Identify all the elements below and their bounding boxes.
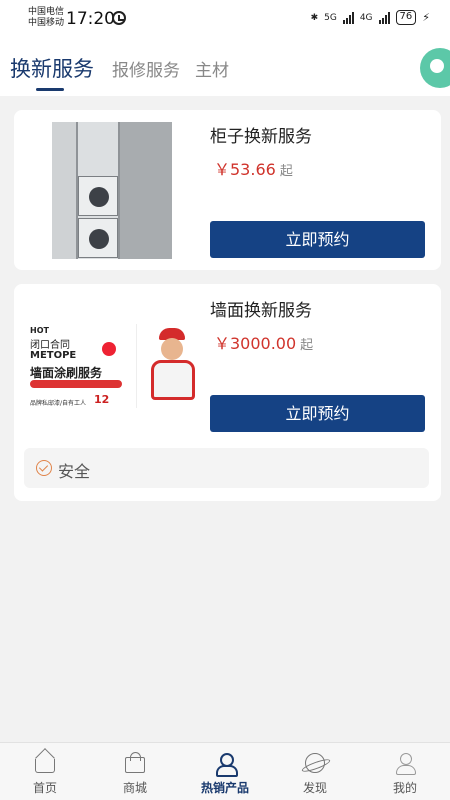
book-now-button[interactable]: 立即预约 <box>210 395 425 432</box>
poster-number: 12 <box>94 393 110 406</box>
nav-hot-products[interactable]: 热销产品 <box>180 743 270 800</box>
planet-icon <box>305 753 325 773</box>
nav-profile[interactable]: 我的 <box>360 743 450 800</box>
nav-profile-label: 我的 <box>392 781 417 795</box>
carrier-2: 中国移动 <box>28 18 65 28</box>
carrier-1: 中国电信 <box>28 7 65 17</box>
safety-tag-label: 安全 <box>58 462 91 481</box>
product-title: 柜子换新服务 <box>210 127 312 147</box>
active-tab-indicator <box>36 88 64 91</box>
poster-line-1: 闭口合同 <box>30 340 70 351</box>
nav-hot-products-label: 热销产品 <box>200 781 249 795</box>
nav-mall-label: 商城 <box>122 781 147 795</box>
hot-products-icon <box>215 753 238 777</box>
network-5g-label: 5G <box>324 12 337 23</box>
profile-icon <box>395 753 416 775</box>
safety-tag: 安全 <box>24 448 429 488</box>
product-card-cabinet[interactable]: 柜子换新服务 ￥53.66 起 立即预约 <box>14 110 441 270</box>
network-4g-label: 4G <box>359 12 373 23</box>
heart-badge-icon <box>102 342 116 356</box>
top-tab-bar: 换新服务 报修服务 主材 <box>0 38 450 96</box>
carrier-info: 中国电信 中国移动 <box>28 7 64 29</box>
poster-line-2: METOPE <box>30 350 77 361</box>
status-time: 17:20 <box>66 9 115 29</box>
poster-hot-label: HOT <box>30 326 49 335</box>
price-value: ￥53.66 <box>214 160 276 179</box>
nav-home-label: 首页 <box>32 781 57 795</box>
poster-ribbon <box>30 380 122 388</box>
shopping-bag-icon <box>125 752 145 773</box>
floating-chat-icon[interactable] <box>420 48 450 88</box>
nav-home[interactable]: 首页 <box>0 743 90 800</box>
check-circle-icon <box>36 460 52 476</box>
bluetooth-icon: ✱ <box>310 12 319 23</box>
cabinet-product-image <box>52 122 172 259</box>
book-now-button[interactable]: 立即预约 <box>210 221 425 258</box>
tab-renewal-service[interactable]: 换新服务 <box>10 53 94 83</box>
poster-footer-text: 品牌私邸漆/自有工人 <box>30 400 87 407</box>
nav-discover[interactable]: 发现 <box>270 743 360 800</box>
product-title: 墙面换新服务 <box>210 301 312 321</box>
price-suffix: 起 <box>279 164 293 179</box>
status-bar: 中国电信 中国移动 17:20 ✱ 5G 4G 76 ⚡ <box>0 0 450 38</box>
product-card-wall[interactable]: HOT 闭口合同 METOPE 墙面涂刷服务 品牌私邸漆/自有工人 12 墙面换… <box>14 284 441 501</box>
signal-icon <box>342 11 354 24</box>
nav-discover-label: 发现 <box>302 781 327 795</box>
poster-line-3: 墙面涂刷服务 <box>30 366 103 380</box>
alarm-icon <box>112 11 126 25</box>
product-price: ￥53.66 起 <box>214 156 293 180</box>
bottom-nav: 首页 商城 热销产品 发现 我的 <box>0 742 450 800</box>
signal-icon-2 <box>378 11 390 24</box>
price-value: ￥3000.00 <box>214 334 297 353</box>
worker-illustration <box>136 324 208 408</box>
system-indicators: ✱ 5G 4G 76 ⚡ <box>311 10 430 25</box>
battery-icon: 76 <box>395 10 417 25</box>
home-icon <box>35 759 55 773</box>
nav-mall[interactable]: 商城 <box>90 743 180 800</box>
tab-main-materials[interactable]: 主材 <box>195 56 229 81</box>
tab-repair-service[interactable]: 报修服务 <box>112 56 180 81</box>
product-price: ￥3000.00 起 <box>214 330 313 354</box>
wall-product-image: HOT 闭口合同 METOPE 墙面涂刷服务 品牌私邸漆/自有工人 12 <box>24 320 208 410</box>
price-suffix: 起 <box>300 338 314 353</box>
charging-icon: ⚡ <box>422 11 430 24</box>
